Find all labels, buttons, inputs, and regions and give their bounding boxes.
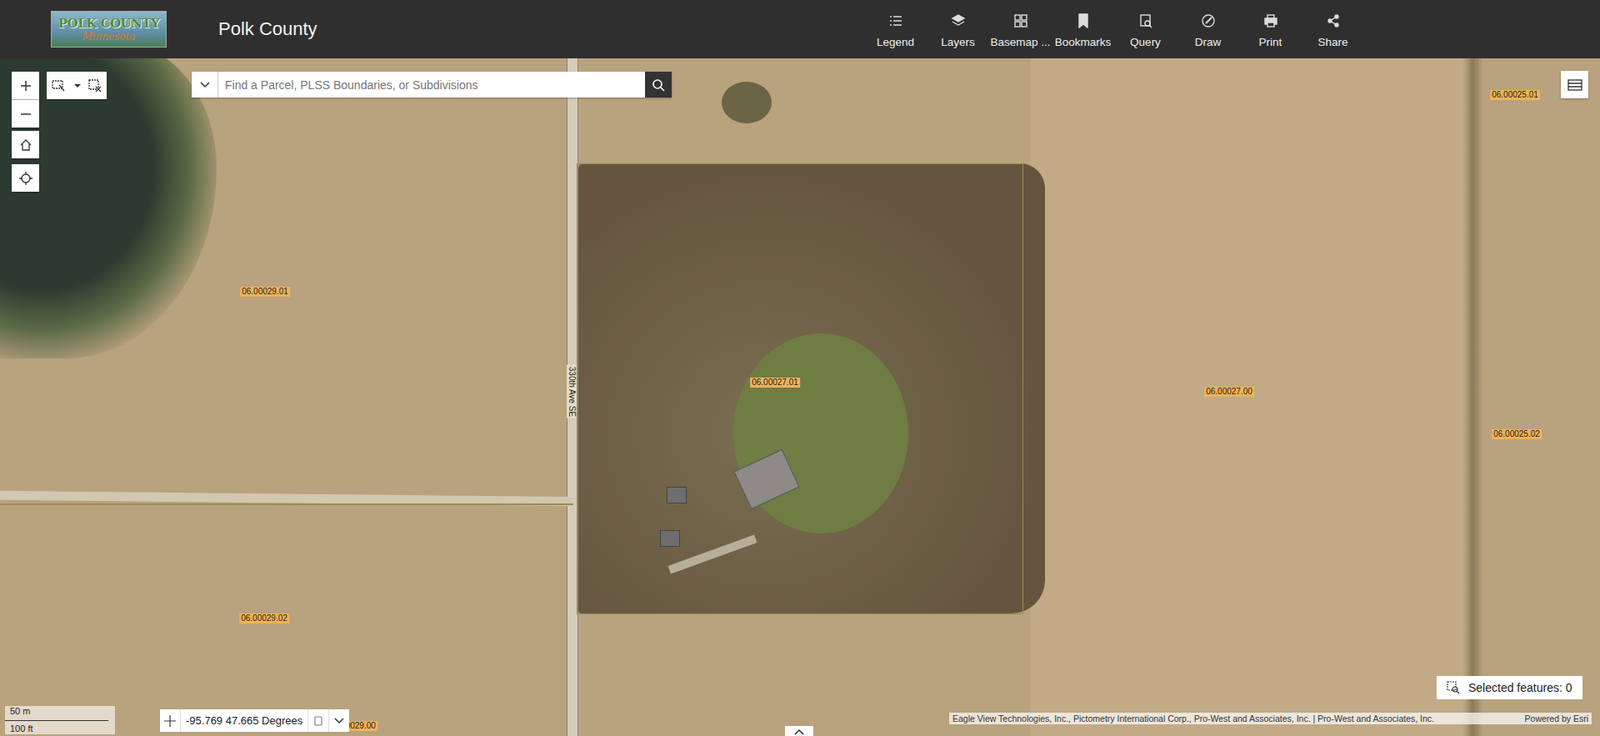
copy-button[interactable] bbox=[308, 709, 330, 732]
zoom-in-button[interactable] bbox=[11, 71, 40, 100]
coordinate-widget: -95.769 47.665 Degrees bbox=[160, 709, 350, 732]
scale-line bbox=[5, 720, 109, 721]
crosshair-icon bbox=[164, 715, 176, 727]
search-button[interactable] bbox=[645, 71, 672, 98]
coordinate-text: -95.769 47.665 Degrees bbox=[180, 709, 309, 732]
parcel-label[interactable]: 06.00027.00 bbox=[1204, 386, 1255, 397]
attribution: Eagle View Technologies, Inc., Pictometr… bbox=[949, 712, 1592, 725]
scale-imperial: 100 ft bbox=[10, 723, 115, 735]
parcel-boundary bbox=[576, 163, 1024, 615]
expand-panel-button[interactable] bbox=[785, 725, 814, 736]
powered-by[interactable]: Powered by Esri bbox=[1525, 713, 1589, 724]
parcel-label[interactable]: 06.00027.01 bbox=[750, 377, 800, 388]
toolbar: Legend Layers Basemap ... Bookmarks Quer… bbox=[864, 10, 1365, 49]
plus-icon bbox=[20, 80, 32, 92]
toolbar-label: Layers bbox=[940, 35, 975, 49]
parcel-label[interactable]: 06.00029.02 bbox=[239, 613, 290, 624]
select-icon bbox=[51, 79, 67, 93]
toolbar-label: Bookmarks bbox=[1055, 35, 1112, 49]
toolbar-label: Print bbox=[1259, 35, 1283, 49]
toolbar-button[interactable]: Draw bbox=[1176, 10, 1240, 49]
chevron-down-icon bbox=[200, 81, 210, 89]
table-icon bbox=[1567, 78, 1583, 92]
zoom-out-button[interactable] bbox=[11, 100, 40, 128]
tree-line bbox=[1465, 58, 1484, 736]
shed bbox=[666, 486, 687, 504]
search-bar bbox=[191, 71, 672, 98]
dropdown-icon bbox=[73, 82, 82, 90]
toolbar-label: Share bbox=[1317, 35, 1348, 49]
tree-clump bbox=[721, 81, 772, 124]
attribution-sources: Eagle View Technologies, Inc., Pictometr… bbox=[952, 713, 1435, 724]
chevron-up-icon bbox=[794, 728, 805, 735]
logo-title: POLK COUNTY bbox=[58, 17, 160, 30]
search-input[interactable] bbox=[218, 71, 645, 98]
chevron-down-icon bbox=[334, 717, 345, 725]
logo-subtitle: Minnesota bbox=[81, 31, 135, 42]
toolbar-label: Query bbox=[1130, 35, 1161, 49]
selected-features[interactable]: Selected features: 0 bbox=[1436, 675, 1583, 700]
toolbar-button[interactable]: Print bbox=[1239, 10, 1302, 49]
map-view[interactable]: 06.00029.01 06.00027.01 06.00027.00 06.0002… bbox=[0, 58, 1600, 736]
legend-icon bbox=[888, 13, 904, 29]
search-source-dropdown[interactable] bbox=[191, 71, 219, 98]
basemap-icon bbox=[1013, 13, 1029, 29]
locate-button[interactable] bbox=[11, 164, 40, 192]
zoom-controls bbox=[11, 71, 40, 128]
toolbar-button[interactable]: Legend bbox=[864, 10, 927, 49]
toolbar-button[interactable]: Basemap ... bbox=[989, 10, 1052, 49]
toolbar-button[interactable]: Layers bbox=[926, 10, 990, 49]
magnifier-icon bbox=[651, 78, 665, 92]
toolbar-label: Basemap ... bbox=[990, 35, 1050, 49]
clear-selection-icon bbox=[88, 79, 102, 93]
parcel-label[interactable]: 06.00025.01 bbox=[1490, 90, 1540, 100]
share-icon bbox=[1325, 13, 1341, 29]
scale-bar: 50 m 100 ft bbox=[5, 705, 115, 735]
map-tools-button[interactable] bbox=[1560, 70, 1589, 99]
selection-tool[interactable] bbox=[46, 71, 107, 100]
home-button[interactable] bbox=[11, 130, 40, 159]
coordinate-mode-button[interactable] bbox=[160, 709, 181, 732]
app-title: Polk County bbox=[218, 18, 318, 40]
draw-icon bbox=[1200, 13, 1216, 29]
toolbar-button[interactable]: Bookmarks bbox=[1051, 10, 1115, 49]
toolbar-button[interactable]: Query bbox=[1114, 10, 1177, 49]
toolbar-button[interactable]: Share bbox=[1301, 10, 1365, 49]
parcel-label[interactable]: 06.00025.02 bbox=[1491, 429, 1542, 440]
bookmark-icon bbox=[1075, 13, 1091, 29]
copy-icon bbox=[313, 715, 324, 727]
app: POLK COUNTY Minnesota Polk County Legend… bbox=[0, 0, 1600, 736]
minus-icon bbox=[20, 108, 32, 120]
parcel-boundary bbox=[1476, 58, 1479, 736]
field bbox=[1030, 58, 1464, 736]
coordinate-dropdown[interactable] bbox=[329, 709, 350, 732]
parcel-boundary bbox=[0, 503, 574, 505]
county-logo[interactable]: POLK COUNTY Minnesota bbox=[50, 10, 167, 48]
scale-metric: 50 m bbox=[10, 705, 115, 717]
query-icon bbox=[1138, 13, 1154, 29]
print-icon bbox=[1263, 13, 1279, 29]
parcel-label[interactable]: 06.00029.01 bbox=[240, 286, 290, 297]
crosshair-icon bbox=[19, 171, 33, 185]
header: POLK COUNTY Minnesota Polk County Legend… bbox=[0, 0, 1600, 59]
home-icon bbox=[19, 138, 33, 152]
toolbar-label: Draw bbox=[1195, 35, 1222, 49]
toolbar-label: Legend bbox=[876, 35, 915, 49]
selection-icon bbox=[1446, 680, 1460, 695]
road-label: 330th Ave SE bbox=[566, 365, 577, 419]
layers-icon bbox=[950, 13, 966, 29]
selected-count: Selected features: 0 bbox=[1468, 680, 1573, 695]
shed bbox=[660, 530, 680, 547]
